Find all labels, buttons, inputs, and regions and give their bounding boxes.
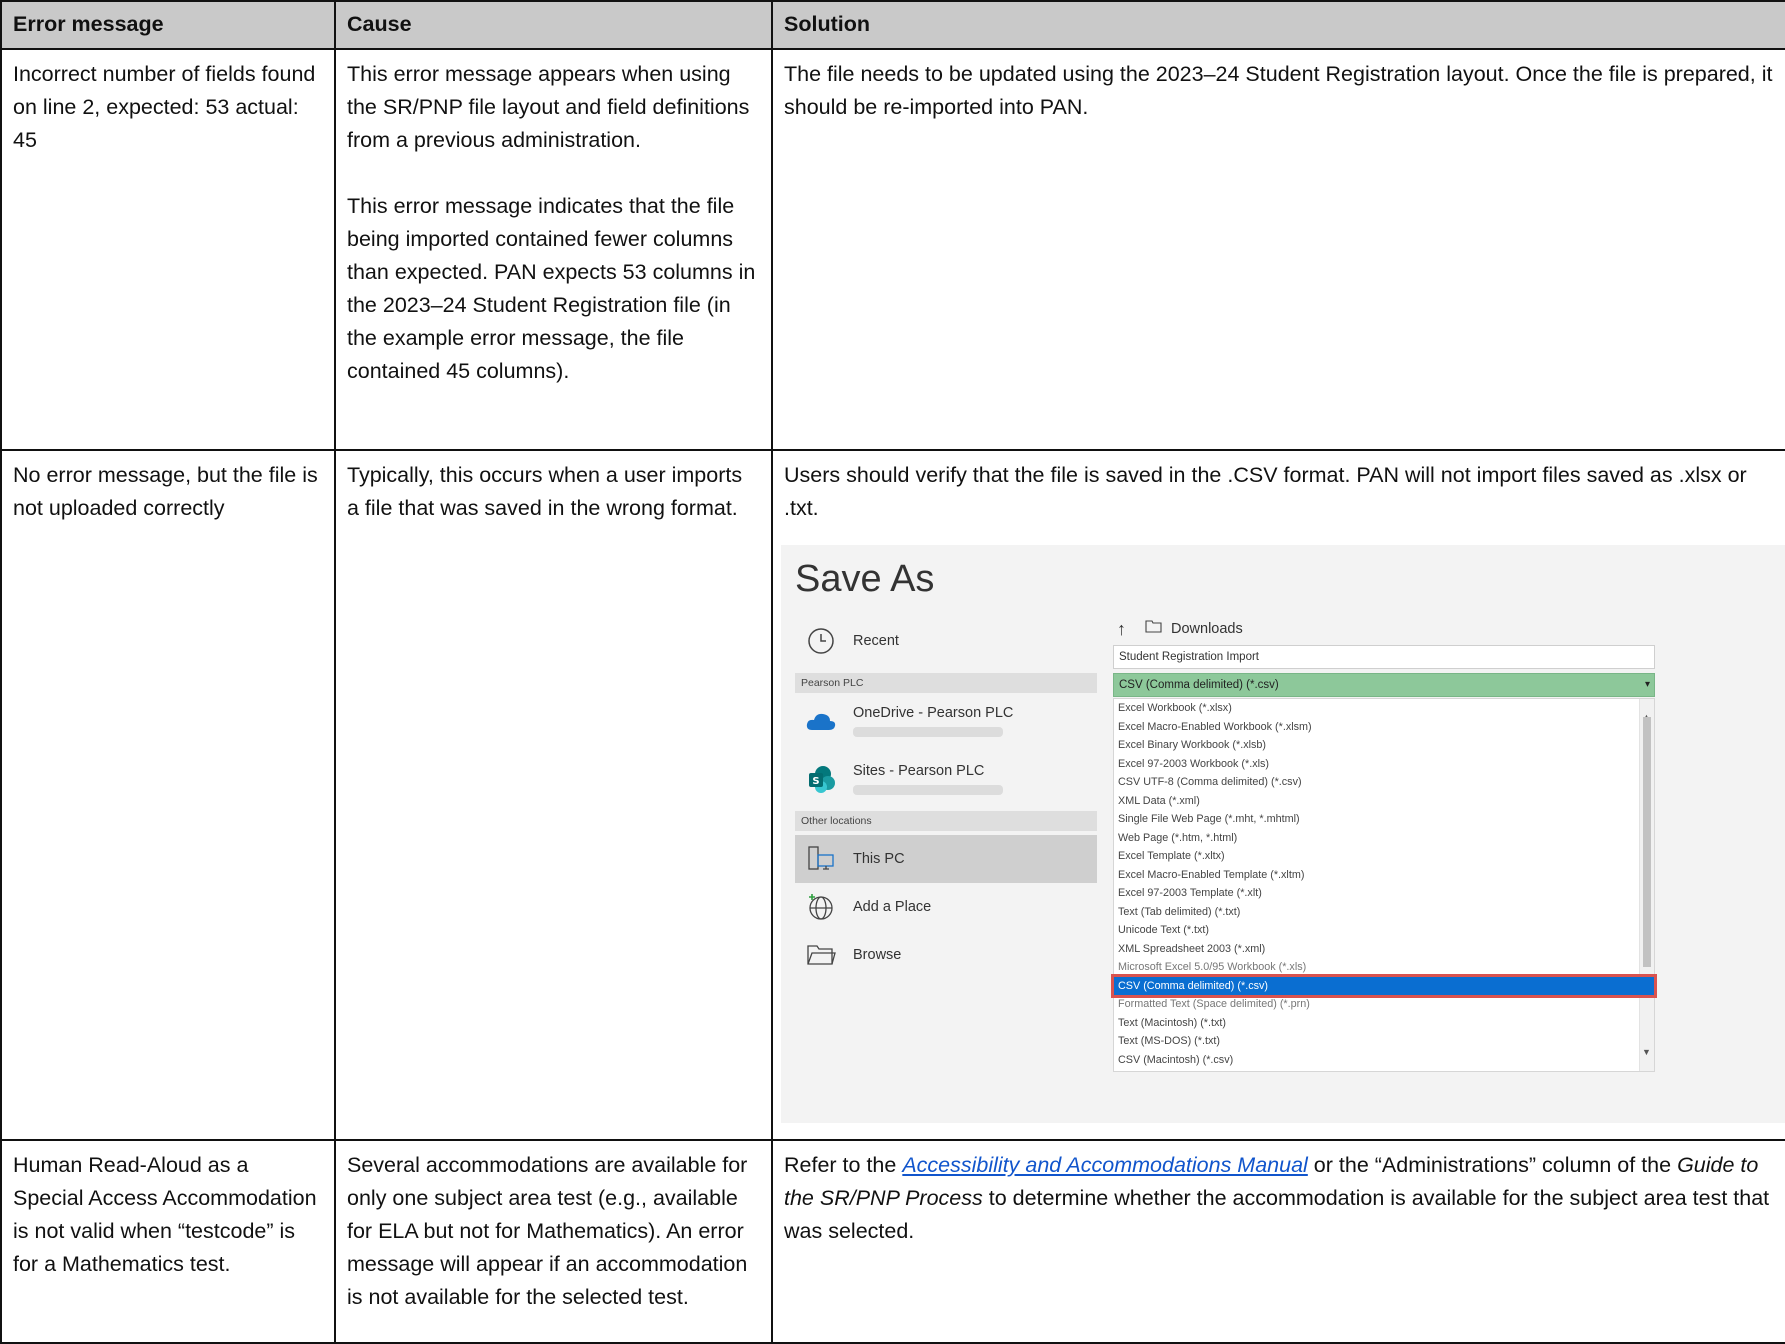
row3-cause: Several accommodations are available for…	[334, 1139, 773, 1344]
filetype-option[interactable]: Excel Template (*.xltx)	[1114, 847, 1654, 866]
svg-text:S: S	[812, 776, 819, 787]
row2-solution: Users should verify that the file is sav…	[771, 449, 1785, 1141]
filetype-option[interactable]: Text (Macintosh) (*.txt)	[1114, 1014, 1654, 1033]
row1-cause-p1: This error message appears when using th…	[347, 62, 750, 152]
table-row: Incorrect number of fields found on line…	[0, 48, 1785, 451]
nav-recent[interactable]: Recent	[795, 617, 1097, 665]
nav-add-place-label: Add a Place	[853, 898, 932, 915]
header-row: Error message Cause Solution	[0, 0, 1785, 50]
save-as-panel: ↑ Downloads Student Registration Import …	[1111, 617, 1657, 1072]
nav-sites-label: Sites - Pearson PLC	[853, 762, 985, 779]
up-arrow-icon[interactable]: ↑	[1117, 613, 1133, 646]
filetype-option[interactable]: Excel Binary Workbook (*.xlsb)	[1114, 736, 1654, 755]
nav-recent-label: Recent	[853, 632, 899, 649]
sharepoint-icon: S	[805, 763, 837, 795]
filetype-option[interactable]: Web Page (*.htm, *.html)	[1114, 829, 1654, 848]
row2-error: No error message, but the file is not up…	[0, 449, 336, 1141]
nav-onedrive-label: OneDrive - Pearson PLC	[853, 704, 1014, 721]
nav-browse[interactable]: Browse	[795, 931, 1097, 979]
header-error-message: Error message	[0, 0, 336, 50]
row2-solution-text: Users should verify that the file is sav…	[784, 463, 1747, 520]
nav-this-pc[interactable]: This PC	[795, 835, 1097, 883]
location-label: Downloads	[1171, 620, 1243, 637]
group-pearson: Pearson PLC	[795, 673, 1097, 693]
filetype-option[interactable]: Excel 97-2003 Workbook (*.xls)	[1114, 755, 1654, 774]
group-other: Other locations	[795, 811, 1097, 831]
filetype-option[interactable]: Excel Macro-Enabled Workbook (*.xlsm)	[1114, 718, 1654, 737]
filetype-option[interactable]: Excel 97-2003 Template (*.xlt)	[1114, 884, 1654, 903]
chevron-down-icon: ▾	[1644, 679, 1650, 690]
header-cause: Cause	[334, 0, 773, 50]
row1-error: Incorrect number of fields found on line…	[0, 48, 336, 451]
filetype-option[interactable]: Single File Web Page (*.mht, *.mhtml)	[1114, 810, 1654, 829]
filetype-option[interactable]: Excel Macro-Enabled Template (*.xltm)	[1114, 866, 1654, 885]
filename-input[interactable]: Student Registration Import	[1113, 645, 1655, 669]
filetype-option[interactable]: Text (Tab delimited) (*.txt)	[1114, 903, 1654, 922]
filetype-option[interactable]: XML Data (*.xml)	[1114, 792, 1654, 811]
save-as-screenshot: Save As Recent Pearson PLC OneDrive - Pe…	[781, 545, 1785, 1123]
error-table: Error message Cause Solution Incorrect n…	[0, 0, 1785, 1344]
filetype-option[interactable]: Formatted Text (Space delimited) (*.prn)	[1114, 995, 1654, 1014]
row2-cause: Typically, this occurs when a user impor…	[334, 449, 773, 1141]
save-as-title: Save As	[795, 558, 935, 600]
nav-onedrive[interactable]: OneDrive - Pearson PLC	[795, 697, 1097, 745]
filetype-select[interactable]: CSV (Comma delimited) (*.csv) ▾	[1113, 673, 1655, 697]
clock-icon	[805, 625, 837, 657]
row1-solution: The file needs to be updated using the 2…	[771, 48, 1785, 451]
folder-icon	[1145, 613, 1163, 646]
filetype-option[interactable]: CSV (Comma delimited) (*.csv)	[1111, 973, 1657, 998]
row3-solution: Refer to the Accessibility and Accommoda…	[771, 1139, 1785, 1344]
table-row: No error message, but the file is not up…	[0, 449, 1785, 1141]
globe-plus-icon	[805, 891, 837, 923]
filetype-option[interactable]: Unicode Text (*.txt)	[1114, 921, 1654, 940]
accommodations-manual-link[interactable]: Accessibility and Accommodations Manual	[902, 1153, 1308, 1177]
nav-browse-label: Browse	[853, 946, 902, 963]
filetype-option[interactable]: CSV (Macintosh) (*.csv)	[1114, 1051, 1654, 1070]
chevron-down-icon: ▼	[1642, 1047, 1651, 1057]
header-solution: Solution	[771, 0, 1785, 50]
filetype-option[interactable]: Text (MS-DOS) (*.txt)	[1114, 1032, 1654, 1051]
nav-add-place[interactable]: Add a Place	[795, 883, 1097, 931]
scrollbar[interactable]: ▲ ▼	[1639, 699, 1654, 1071]
nav-sites[interactable]: S Sites - Pearson PLC	[795, 755, 1097, 803]
row1-cause: This error message appears when using th…	[334, 48, 773, 451]
filetype-value: CSV (Comma delimited) (*.csv)	[1119, 679, 1279, 691]
filetype-option[interactable]: Microsoft Excel 5.0/95 Workbook (*.xls)	[1114, 958, 1654, 977]
table-row: Human Read-Aloud as a Special Access Acc…	[0, 1139, 1785, 1344]
filetype-option[interactable]: XML Spreadsheet 2003 (*.xml)	[1114, 940, 1654, 959]
row1-cause-p2: This error message indicates that the fi…	[347, 194, 756, 383]
cloud-icon	[805, 705, 837, 737]
computer-icon	[805, 843, 837, 875]
folder-icon	[805, 939, 837, 971]
row3-error: Human Read-Aloud as a Special Access Acc…	[0, 1139, 336, 1344]
save-as-locations: Recent Pearson PLC OneDrive - Pearson PL…	[795, 617, 1097, 979]
filetype-option[interactable]: CSV UTF-8 (Comma delimited) (*.csv)	[1114, 773, 1654, 792]
location-bar: ↑ Downloads	[1113, 617, 1655, 641]
nav-this-pc-label: This PC	[853, 850, 905, 867]
filetype-options-list: Excel Workbook (*.xlsx) Excel Macro-Enabl…	[1111, 698, 1657, 1072]
filetype-option[interactable]: Excel Workbook (*.xlsx)	[1114, 699, 1654, 718]
